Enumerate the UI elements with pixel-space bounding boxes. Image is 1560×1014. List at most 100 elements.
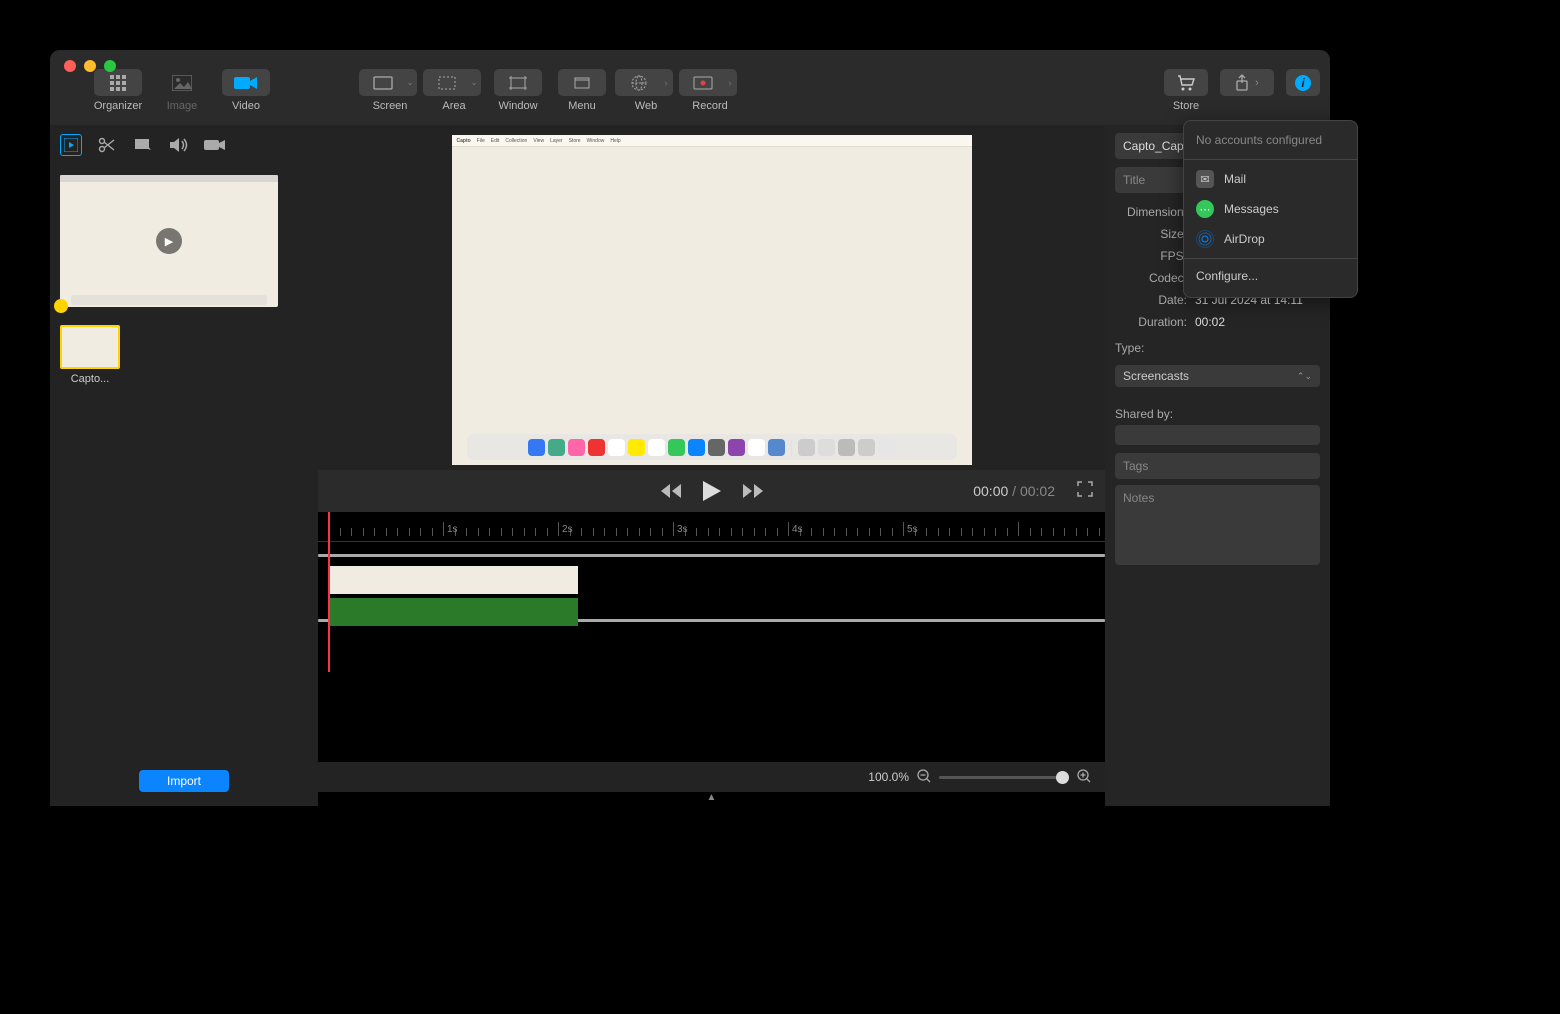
globe-icon xyxy=(615,69,663,96)
notes-field[interactable]: Notes xyxy=(1115,485,1320,565)
area-icon xyxy=(423,69,471,96)
video-label: Video xyxy=(232,100,260,112)
chevron-right-icon[interactable]: › xyxy=(723,69,737,96)
share-mail-label: Mail xyxy=(1224,172,1246,186)
timeline-tracks xyxy=(318,554,1105,622)
window-capture-button[interactable]: Window xyxy=(486,69,550,112)
size-label: Size: xyxy=(1115,227,1187,241)
share-icon: › xyxy=(1220,69,1274,96)
video-clip[interactable] xyxy=(328,566,578,594)
video-mode-button[interactable]: Video xyxy=(214,69,278,112)
chevron-right-icon[interactable]: › xyxy=(659,69,673,96)
fullscreen-preview-button[interactable] xyxy=(1077,481,1093,502)
zoom-slider-knob[interactable] xyxy=(1056,771,1069,784)
menu-separator xyxy=(1184,258,1357,259)
shared-by-label: Shared by: xyxy=(1115,407,1320,421)
play-overlay-icon: ▶ xyxy=(156,228,182,254)
clip-thumbnails-row: Capto... xyxy=(50,317,318,393)
window-label: Window xyxy=(498,100,537,112)
zoom-out-icon[interactable] xyxy=(917,769,931,786)
menu-icon xyxy=(558,69,606,96)
share-airdrop-label: AirDrop xyxy=(1224,232,1265,246)
zoom-bar: 100.0% xyxy=(318,762,1105,792)
share-configure-label: Configure... xyxy=(1196,269,1258,283)
close-window-button[interactable] xyxy=(64,60,76,72)
date-label: Date: xyxy=(1115,293,1187,307)
area-capture-button[interactable]: ⌄ Area xyxy=(422,69,486,112)
playback-controls: 00:00 / 00:02 xyxy=(318,470,1105,512)
share-configure-item[interactable]: Configure... xyxy=(1184,263,1357,289)
timecode-display: 00:00 / 00:02 xyxy=(973,483,1055,499)
organizer-label: Organizer xyxy=(94,100,142,112)
duration-value: 00:02 xyxy=(1195,315,1320,329)
organizer-mode-button[interactable]: Organizer xyxy=(86,69,150,112)
select-arrows-icon: ⌃⌄ xyxy=(1297,371,1312,382)
tags-field[interactable]: Tags xyxy=(1115,453,1320,479)
share-button[interactable]: › xyxy=(1220,69,1274,96)
import-label: Import xyxy=(167,774,201,788)
screen-label: Screen xyxy=(373,100,408,112)
record-icon xyxy=(679,69,727,96)
web-capture-button[interactable]: › Web xyxy=(614,69,678,112)
tags-placeholder: Tags xyxy=(1123,459,1148,473)
thumb-menubar xyxy=(60,175,278,182)
minimize-window-button[interactable] xyxy=(84,60,96,72)
store-label: Store xyxy=(1173,100,1199,112)
title-placeholder: Title xyxy=(1123,173,1145,187)
audio-clip[interactable] xyxy=(328,598,578,626)
image-mode-button[interactable]: Image xyxy=(150,69,214,112)
volume-icon[interactable] xyxy=(168,134,190,156)
duration-row: Duration: 00:02 xyxy=(1115,315,1320,329)
clip-thumb-box xyxy=(60,325,120,369)
menu-label: Menu xyxy=(568,100,596,112)
chevron-down-icon[interactable]: ⌄ xyxy=(403,69,417,96)
image-icon xyxy=(158,69,206,96)
info-button[interactable]: i xyxy=(1286,69,1320,96)
rewind-button[interactable] xyxy=(659,482,683,500)
menu-capture-button[interactable]: Menu xyxy=(550,69,614,112)
panel-handle[interactable]: ▲ xyxy=(318,792,1105,806)
share-messages-item[interactable]: ⋯Messages xyxy=(1184,194,1357,224)
annotation-icon[interactable] xyxy=(132,134,154,156)
record-label: Record xyxy=(692,100,727,112)
share-airdrop-item[interactable]: AirDrop xyxy=(1184,224,1357,254)
capture-group: ⌄ Screen ⌄ Area Window Menu › Web › Reco xyxy=(358,69,742,112)
window-traffic-lights xyxy=(64,60,116,72)
area-label: Area xyxy=(442,100,465,112)
clip-thumbnail[interactable]: Capto... xyxy=(60,325,120,385)
main-toolbar: Organizer Image Video ⌄ Screen ⌄ Area xyxy=(50,50,1330,125)
fullscreen-window-button[interactable] xyxy=(104,60,116,72)
timeline[interactable]: 1s2s3s4s5s xyxy=(318,512,1105,762)
shared-by-field xyxy=(1115,425,1320,445)
type-select[interactable]: Screencasts ⌃⌄ xyxy=(1115,365,1320,387)
type-value: Screencasts xyxy=(1123,369,1189,383)
import-button[interactable]: Import xyxy=(139,770,229,792)
record-button[interactable]: › Record xyxy=(678,69,742,112)
video-icon xyxy=(222,69,270,96)
screen-capture-button[interactable]: ⌄ Screen xyxy=(358,69,422,112)
preview-thumbnail-large[interactable]: ▶ xyxy=(60,175,278,307)
messages-icon: ⋯ xyxy=(1196,200,1214,218)
playhead[interactable] xyxy=(328,512,330,672)
scissors-icon[interactable] xyxy=(96,134,118,156)
mode-group: Organizer Image Video xyxy=(86,69,278,112)
window-icon xyxy=(494,69,542,96)
zoom-in-icon[interactable] xyxy=(1077,769,1091,786)
preview-dock xyxy=(467,434,957,460)
preview-menubar: CaptoFileEditCollectionViewLayerStoreWin… xyxy=(452,135,972,147)
zoom-slider[interactable] xyxy=(939,776,1069,779)
store-button[interactable]: Store xyxy=(1164,69,1208,112)
app-window: Organizer Image Video ⌄ Screen ⌄ Area xyxy=(50,50,1330,806)
airdrop-icon xyxy=(1196,230,1214,248)
sidebar: ▶ Capto... Import xyxy=(50,125,318,806)
camera-icon[interactable] xyxy=(204,134,226,156)
chevron-down-icon[interactable]: ⌄ xyxy=(467,69,481,96)
play-frame-icon[interactable] xyxy=(60,134,82,156)
timeline-ruler[interactable]: 1s2s3s4s5s xyxy=(318,520,1105,542)
video-preview[interactable]: CaptoFileEditCollectionViewLayerStoreWin… xyxy=(452,135,972,465)
mail-icon: ✉ xyxy=(1196,170,1214,188)
play-button[interactable] xyxy=(701,479,723,503)
forward-button[interactable] xyxy=(741,482,765,500)
share-mail-item[interactable]: ✉ Mail xyxy=(1184,164,1357,194)
duration-label: Duration: xyxy=(1115,315,1187,329)
